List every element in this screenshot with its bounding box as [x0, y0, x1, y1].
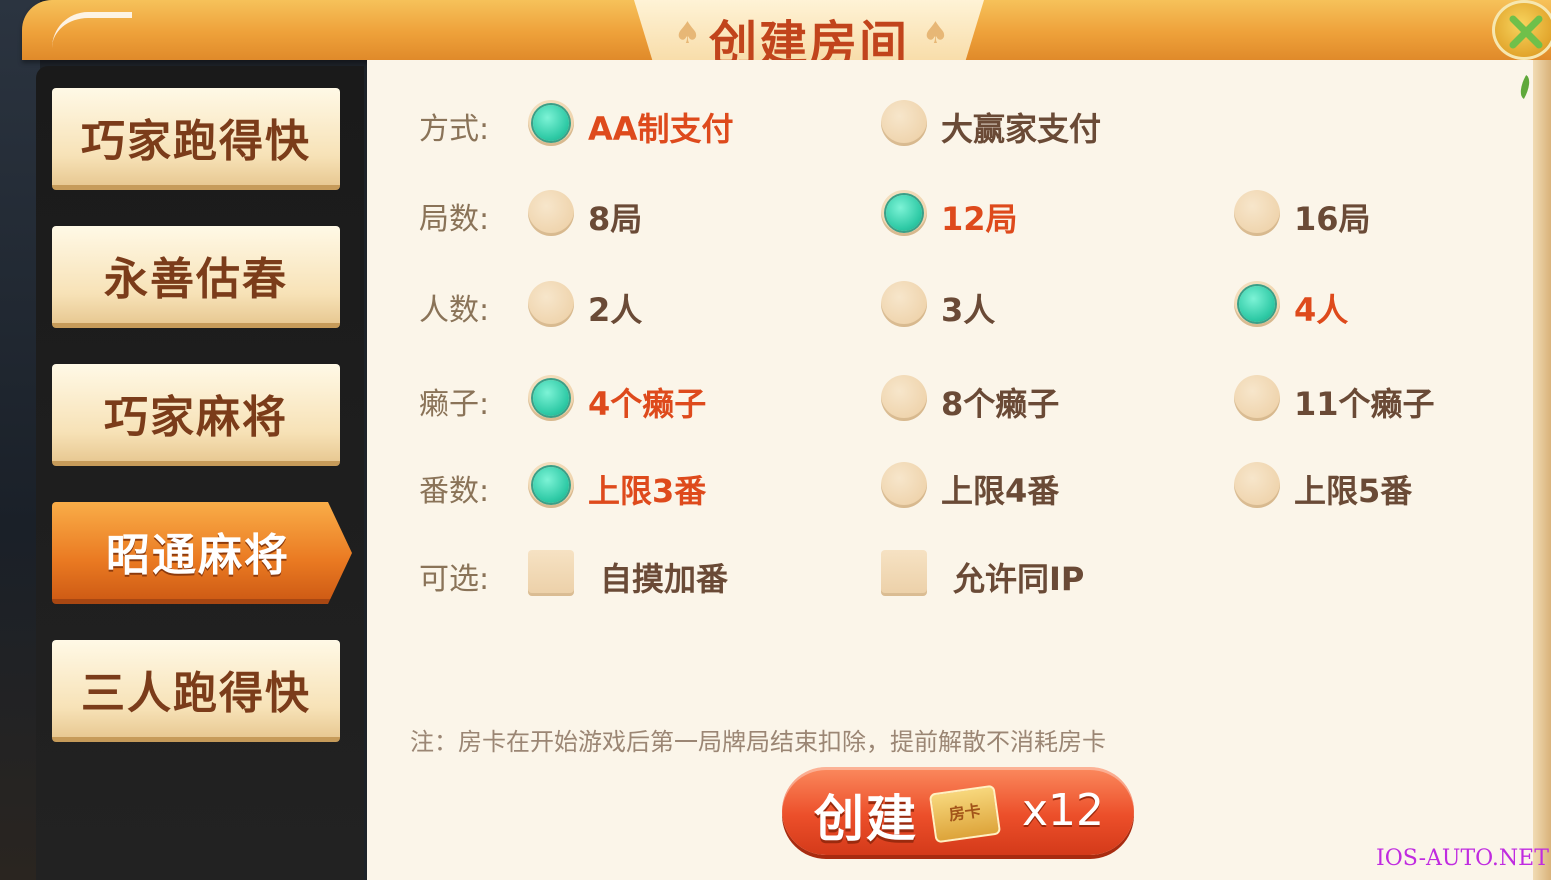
room-card-cost: x12: [1022, 785, 1105, 836]
option-aa-payment[interactable]: AA制支付: [588, 104, 734, 150]
option-fan-limit-5[interactable]: 上限5番: [1294, 466, 1412, 512]
radio-fan-limit-4[interactable]: [881, 462, 927, 508]
option-12-rounds[interactable]: 12局: [941, 194, 1018, 240]
option-allow-same-ip[interactable]: 允许同IP: [953, 554, 1084, 600]
option-16-rounds[interactable]: 16局: [1294, 194, 1371, 240]
tab-zhaotong-majiang[interactable]: 昭通麻将: [52, 502, 352, 604]
tab-yongshan-guchun[interactable]: 永善估春: [52, 226, 340, 328]
option-self-draw-bonus[interactable]: 自摸加番: [600, 554, 728, 600]
tab-qiaojia-paodekuai[interactable]: 巧家跑得快: [52, 88, 340, 190]
option-8-rounds[interactable]: 8局: [588, 194, 642, 240]
option-fan-limit-4[interactable]: 上限4番: [941, 466, 1059, 512]
rounds-label: 局数:: [419, 202, 490, 237]
option-fan-limit-3[interactable]: 上限3番: [588, 466, 706, 512]
option-4-players[interactable]: 4人: [1294, 285, 1348, 331]
option-2-players[interactable]: 2人: [588, 285, 642, 331]
room-card-icon: 房卡: [928, 784, 1002, 844]
radio-winner-payment[interactable]: [881, 100, 927, 146]
checkbox-allow-same-ip[interactable]: [881, 550, 927, 596]
close-icon: [1509, 15, 1543, 49]
radio-12-rounds[interactable]: [881, 190, 927, 236]
game-type-sidebar: 巧家跑得快 永善估春 巧家麻将 昭通麻将 三人跑得快: [36, 66, 364, 880]
wildcards-label: 癞子:: [419, 387, 490, 422]
close-button[interactable]: [1492, 0, 1551, 60]
header-shine: [52, 12, 132, 48]
panel-edge: [1533, 60, 1551, 880]
create-room-dialog: ♠ 创建房间 ♠ 巧家跑得快 永善估春 巧家麻将 昭通麻将 三人跑得快 方式: …: [22, 0, 1551, 880]
radio-fan-limit-3[interactable]: [528, 462, 574, 508]
option-8-wildcards[interactable]: 8个癞子: [941, 379, 1059, 425]
spade-icon: ♠: [922, 16, 949, 51]
create-room-button[interactable]: 创建 房卡 x12: [782, 767, 1134, 855]
radio-aa-payment[interactable]: [528, 100, 574, 146]
radio-16-rounds[interactable]: [1234, 190, 1280, 236]
option-3-players[interactable]: 3人: [941, 285, 995, 331]
radio-fan-limit-5[interactable]: [1234, 462, 1280, 508]
create-button-label: 创建: [814, 790, 918, 848]
tab-sanren-paodekuai[interactable]: 三人跑得快: [52, 640, 340, 742]
title-plate: ♠ 创建房间 ♠: [634, 0, 984, 69]
option-winner-payment[interactable]: 大赢家支付: [941, 104, 1101, 150]
fan-label: 番数:: [419, 474, 490, 509]
radio-3-players[interactable]: [881, 281, 927, 327]
radio-11-wildcards[interactable]: [1234, 375, 1280, 421]
tab-qiaojia-majiang[interactable]: 巧家麻将: [52, 364, 340, 466]
players-label: 人数:: [419, 293, 490, 328]
radio-4-wildcards[interactable]: [528, 375, 574, 421]
radio-8-rounds[interactable]: [528, 190, 574, 236]
radio-8-wildcards[interactable]: [881, 375, 927, 421]
payment-label: 方式:: [419, 112, 490, 147]
option-11-wildcards[interactable]: 11个癞子: [1294, 379, 1435, 425]
room-card-note: 注：房卡在开始游戏后第一局牌局结束扣除，提前解散不消耗房卡: [410, 728, 1106, 756]
option-4-wildcards[interactable]: 4个癞子: [588, 379, 706, 425]
checkbox-self-draw-bonus[interactable]: [528, 550, 574, 596]
radio-4-players[interactable]: [1234, 281, 1280, 327]
radio-2-players[interactable]: [528, 281, 574, 327]
watermark: IOS-AUTO.NET: [1376, 846, 1549, 871]
optional-label: 可选:: [419, 562, 490, 597]
